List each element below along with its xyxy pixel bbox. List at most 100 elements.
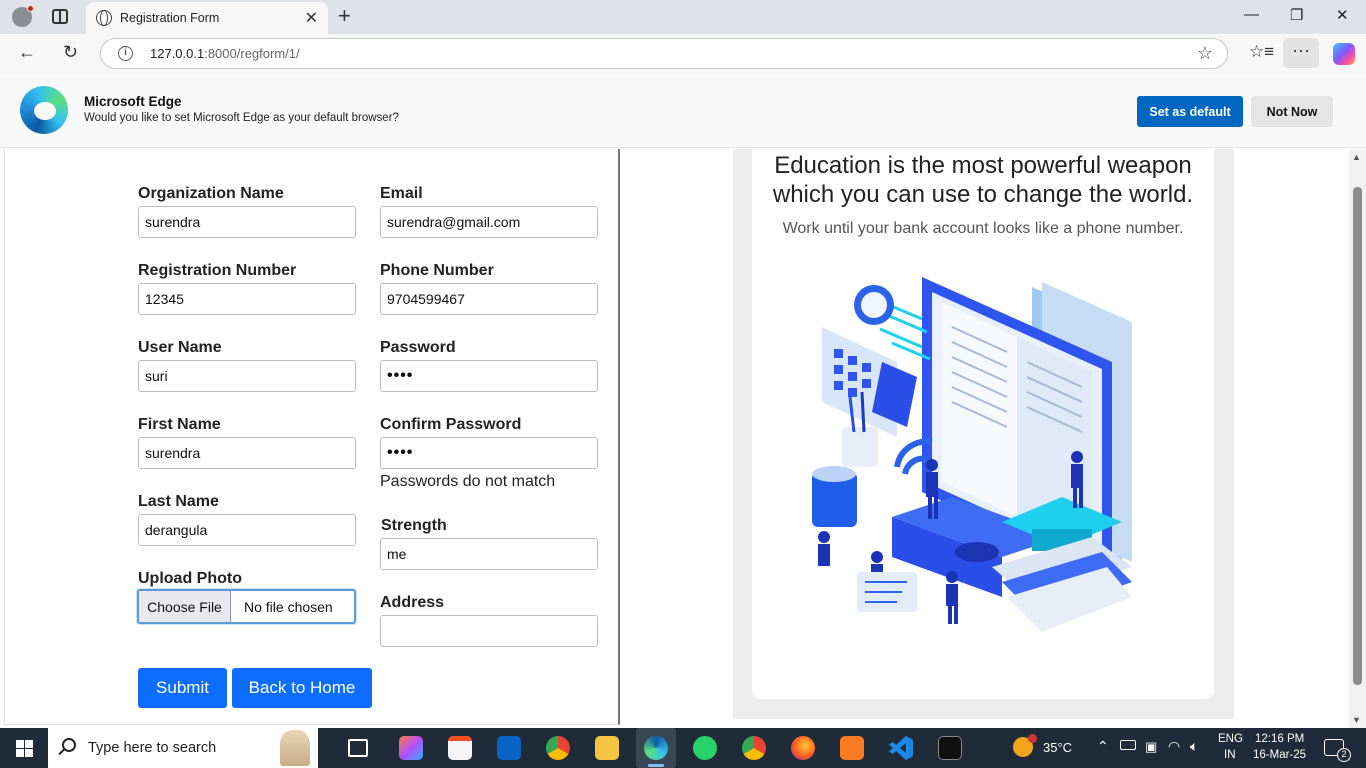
set-default-button[interactable]: Set as default [1137,96,1243,127]
minimize-icon[interactable]: — [1244,6,1259,23]
default-browser-banner: Microsoft Edge Would you like to set Mic… [0,74,1366,148]
globe-icon [96,10,112,26]
refresh-icon[interactable]: ↻ [63,42,78,63]
language-top[interactable]: ENG [1218,733,1243,745]
url-host: 127.0.0.1 [150,46,205,61]
registration-number-label: Registration Number [138,262,297,279]
photo-file-input[interactable]: Choose File No file chosen [137,589,356,624]
vscode-icon[interactable] [889,736,913,760]
last-name-input[interactable] [138,514,356,546]
show-hidden-icons-icon[interactable]: ⌃ [1097,738,1109,755]
choose-file-button[interactable]: Choose File [139,591,231,622]
search-highlight-image [280,730,310,766]
copilot-icon[interactable] [1333,43,1355,65]
organization-name-label: Organization Name [138,185,284,202]
hero-subquote: Work until your bank account looks like … [782,220,1184,237]
battery-icon[interactable] [1120,740,1136,750]
strength-input[interactable] [380,538,598,570]
search-icon [62,738,76,752]
restore-icon[interactable]: ❐ [1290,6,1303,24]
window-close-icon[interactable]: ✕ [1336,6,1349,24]
tab-strip: Registration Form ✕ + — ❐ ✕ [0,0,1366,34]
chrome-icon[interactable] [546,736,570,760]
registration-number-input[interactable] [138,283,356,315]
favorites-icon[interactable]: ☆≡ [1249,42,1274,62]
volume-icon[interactable]: 🔈︎ [1190,738,1198,755]
chrome-profile-icon[interactable] [742,736,766,760]
password-label: Password [380,339,456,356]
profile-icon[interactable] [12,5,34,27]
terminal-icon[interactable] [938,736,962,760]
toolbar: ← ↻ i 127.0.0.1:8000/regform/1/ ☆ ☆≡ ··· [0,34,1366,74]
email-input[interactable] [380,206,598,238]
address-bar[interactable]: i 127.0.0.1:8000/regform/1/ ☆ [100,38,1228,69]
banner-title: Microsoft Edge [84,94,182,109]
search-placeholder: Type here to search [88,740,217,756]
page-viewport: Organization Name Registration Number Us… [0,149,1349,728]
vertical-scrollbar[interactable]: ▲ ▼ [1349,149,1366,728]
new-tab-icon[interactable]: + [338,3,351,29]
file-status: No file chosen [244,599,333,615]
confirm-password-label: Confirm Password [380,416,522,433]
strength-label: Strength [381,517,447,534]
notification-center-icon[interactable]: 2 [1324,739,1351,762]
weather-temp[interactable]: 35°C [1043,740,1072,755]
phone-number-input[interactable] [380,283,598,315]
user-name-input[interactable] [138,360,356,392]
confirm-password-input[interactable] [380,437,598,469]
submit-button[interactable]: Submit [138,668,227,708]
address-label: Address [380,594,445,611]
back-arrow-icon[interactable]: ← [18,42,36,63]
file-explorer-icon[interactable] [595,736,619,760]
outlook-icon[interactable] [497,736,521,760]
organization-name-input[interactable] [138,206,356,238]
url-text[interactable]: 127.0.0.1:8000/regform/1/ [150,46,300,61]
url-path: :8000/regform/1/ [204,46,300,61]
taskbar: Type here to search 35°C ⌃ ▣ ◠ 🔈︎ ENG IN… [0,728,1366,768]
scroll-down-icon[interactable]: ▼ [1352,715,1361,725]
not-now-button[interactable]: Not Now [1251,96,1333,127]
scroll-up-icon[interactable]: ▲ [1352,152,1361,162]
clock-time[interactable]: 12:16 PM [1255,733,1304,745]
windows-start-icon[interactable] [16,740,33,757]
hero-quote: Education is the most powerful weapon wh… [772,152,1194,208]
password-mismatch-message: Passwords do not match [380,473,556,490]
scroll-thumb[interactable] [1353,187,1362,685]
language-bottom[interactable]: IN [1224,749,1236,761]
edge-icon[interactable] [644,736,668,760]
education-illustration [812,277,1132,632]
favorite-star-icon[interactable]: ☆ [1197,43,1213,64]
task-view-icon[interactable] [348,739,368,757]
copilot-app-icon[interactable] [399,736,423,760]
tab-actions-icon[interactable] [52,9,68,24]
site-info-icon[interactable]: i [118,46,133,61]
password-input[interactable] [380,360,598,392]
email-label: Email [380,185,423,202]
upload-photo-label: Upload Photo [138,570,242,587]
notification-dot [27,5,34,12]
tab-close-icon[interactable]: ✕ [305,8,318,28]
banner-message: Would you like to set Microsoft Edge as … [84,112,399,124]
phone-number-label: Phone Number [380,262,494,279]
xampp-icon[interactable] [840,736,864,760]
tab-title: Registration Form [120,11,220,25]
store-icon[interactable] [448,736,472,760]
hero-card: Education is the most powerful weapon wh… [752,149,1214,699]
first-name-input[interactable] [138,437,356,469]
back-to-home-button[interactable]: Back to Home [232,668,372,708]
wifi-icon[interactable]: ◠ [1168,738,1180,755]
more-menu-icon[interactable]: ··· [1283,38,1319,68]
edge-logo-icon [20,86,68,134]
whatsapp-icon[interactable] [693,736,717,760]
taskbar-search[interactable]: Type here to search [48,728,318,768]
hero-panel: Education is the most powerful weapon wh… [733,149,1234,719]
weather-icon[interactable] [1013,734,1037,757]
firefox-icon[interactable] [791,736,815,760]
browser-tab[interactable]: Registration Form ✕ [86,2,328,34]
device-icon[interactable]: ▣ [1145,739,1157,755]
clock-date[interactable]: 16-Mar-25 [1253,749,1306,761]
address-input[interactable] [380,615,598,647]
registration-form: Organization Name Registration Number Us… [4,149,620,725]
user-name-label: User Name [138,339,222,356]
notification-count: 2 [1337,748,1351,762]
